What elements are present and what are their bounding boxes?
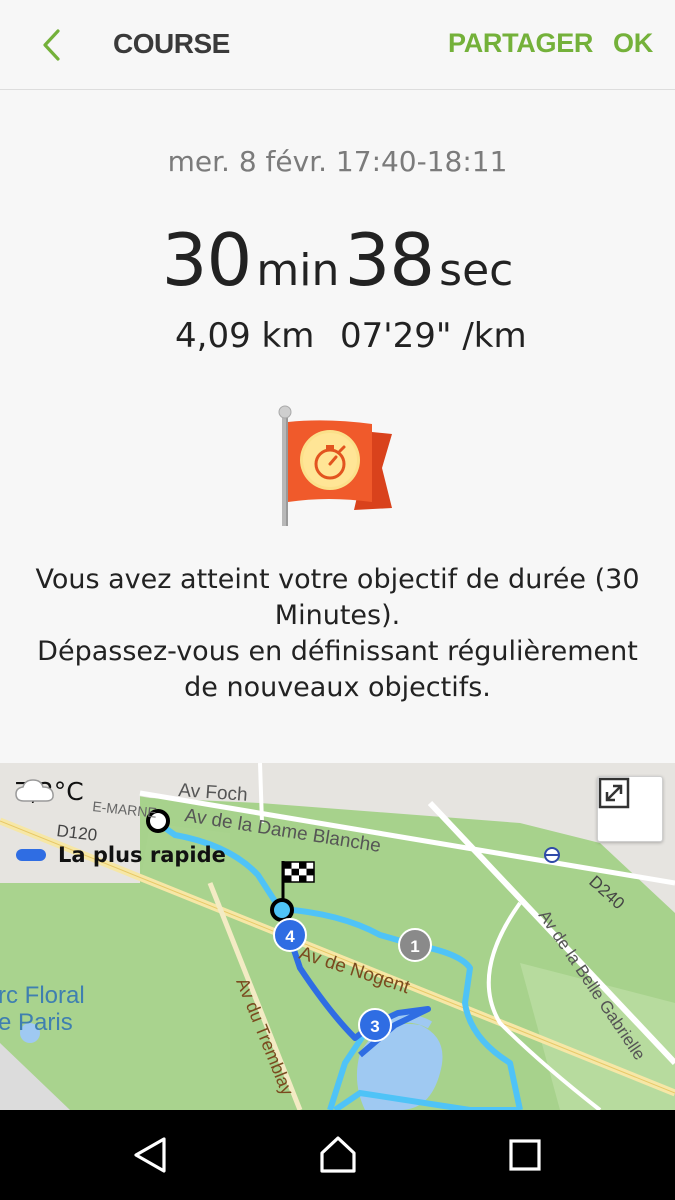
checkered-flag-icon (281, 861, 315, 900)
legend-label: La plus rapide (58, 843, 226, 867)
achievement-line-2: Dépassez-vous en définissant régulièreme… (37, 636, 638, 703)
map-road (258, 763, 264, 824)
cloud-icon (15, 779, 54, 802)
map-legend: La plus rapide (16, 843, 226, 867)
recent-apps-icon (509, 1139, 541, 1171)
achievement-message: Vous avez atteint votre objectif de duré… (20, 562, 655, 706)
app-bar: COURSE PARTAGER OK (0, 0, 675, 90)
legend-swatch (16, 849, 46, 861)
km-marker-1-label: 1 (410, 937, 419, 956)
transit-icon (544, 847, 560, 863)
back-button[interactable] (30, 22, 74, 68)
triangle-back-icon (134, 1137, 166, 1173)
achievement-line-1: Vous avez atteint votre objectif de duré… (35, 564, 640, 631)
weather-info: 7,2°C (14, 777, 84, 806)
map-canvas: 1 4 3 Av Foch E-MARNE Av de la Dame Blan… (0, 763, 675, 1110)
stopwatch-flag-icon (278, 405, 392, 526)
map-label-parc-floral-2: e Paris (0, 1009, 73, 1036)
expand-map-button[interactable] (597, 776, 663, 842)
system-nav-bar (0, 1110, 675, 1200)
route-map[interactable]: 1 4 3 Av Foch E-MARNE Av de la Dame Blan… (0, 763, 675, 1110)
expand-icon (598, 777, 630, 809)
nav-home-button[interactable] (313, 1132, 363, 1178)
duration-minutes: 30 (161, 218, 253, 302)
home-icon (320, 1136, 356, 1173)
map-label-d240: D240 (585, 872, 628, 913)
finish-marker (270, 898, 294, 922)
ok-button[interactable]: OK (613, 28, 653, 59)
workout-datetime: mer. 8 févr. 17:40-18:11 (167, 145, 508, 178)
workout-duration: 30 min 38 sec (0, 218, 675, 302)
duration-seconds-unit: sec (439, 245, 514, 296)
page-title: COURSE (113, 28, 230, 59)
workout-distance: 4,09 km (175, 316, 315, 356)
km-marker-3-label: 3 (370, 1017, 379, 1036)
km-marker-4-label: 4 (285, 927, 295, 946)
nav-back-button[interactable] (125, 1132, 175, 1178)
duration-minutes-unit: min (256, 245, 340, 296)
duration-seconds: 38 (344, 218, 435, 302)
share-button[interactable]: PARTAGER (448, 28, 593, 59)
workout-pace: 07'29" /km (340, 316, 527, 356)
map-label-parc-floral-1: rc Floral (0, 982, 85, 1009)
nav-recent-apps-button[interactable] (500, 1132, 550, 1178)
map-label-tremblay: Av du Tremblay (232, 975, 297, 1098)
chevron-left-icon (43, 29, 60, 61)
